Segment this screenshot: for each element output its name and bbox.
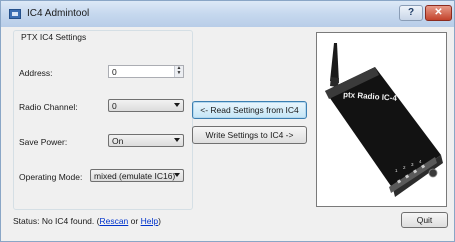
operating-mode-dropdown[interactable]: mixed (emulate IC16) xyxy=(90,169,184,182)
radio-channel-dropdown[interactable]: 0 xyxy=(108,99,184,112)
help-link[interactable]: Help xyxy=(141,216,158,226)
device-photo: ptx Radio IC-4 1 2 3 4 xyxy=(316,32,447,207)
rescan-link[interactable]: Rescan xyxy=(99,216,128,226)
status-or-text: or xyxy=(128,216,141,226)
status-suffix: ) xyxy=(158,216,161,226)
settings-group-label: PTX IC4 Settings xyxy=(19,32,89,42)
chevron-down-icon xyxy=(174,173,180,177)
spin-down-arrow-icon[interactable]: ▼ xyxy=(175,71,183,76)
quit-button[interactable]: Quit xyxy=(401,212,448,228)
close-button[interactable]: ✕ xyxy=(425,5,452,21)
app-window: IC4 Admintool ? ✕ PTX IC4 Settings Addre… xyxy=(0,0,455,242)
title-bar: IC4 Admintool ? ✕ xyxy=(1,1,454,27)
address-value: 0 xyxy=(112,67,117,77)
settings-group xyxy=(13,30,193,210)
app-icon xyxy=(9,9,21,19)
main-panel: PTX IC4 Settings Address: 0 ▲ ▼ Radio Ch… xyxy=(4,27,451,239)
address-spinbox[interactable]: 0 ▲ ▼ xyxy=(108,65,184,78)
status-line: Status: No IC4 found. (Rescan or Help) xyxy=(13,216,161,226)
operating-mode-label: Operating Mode: xyxy=(19,172,83,182)
address-label: Address: xyxy=(19,68,53,78)
address-spin-buttons[interactable]: ▲ ▼ xyxy=(174,66,183,77)
chevron-down-icon xyxy=(174,138,180,142)
save-power-value: On xyxy=(112,136,124,146)
read-settings-button[interactable]: <- Read Settings from IC4 xyxy=(192,101,307,119)
radio-channel-label: Radio Channel: xyxy=(19,102,78,112)
save-power-label: Save Power: xyxy=(19,137,68,147)
status-text: Status: No IC4 found. ( xyxy=(13,216,100,226)
write-settings-button[interactable]: Write Settings to IC4 -> xyxy=(192,126,307,144)
chevron-down-icon xyxy=(174,103,180,107)
window-title: IC4 Admintool xyxy=(27,8,90,19)
power-jack-icon xyxy=(428,168,438,178)
radio-channel-value: 0 xyxy=(112,101,117,111)
device-photo-image: ptx Radio IC-4 1 2 3 4 xyxy=(317,33,446,206)
help-button[interactable]: ? xyxy=(399,5,423,21)
save-power-dropdown[interactable]: On xyxy=(108,134,184,147)
operating-mode-value: mixed (emulate IC16) xyxy=(94,171,176,181)
